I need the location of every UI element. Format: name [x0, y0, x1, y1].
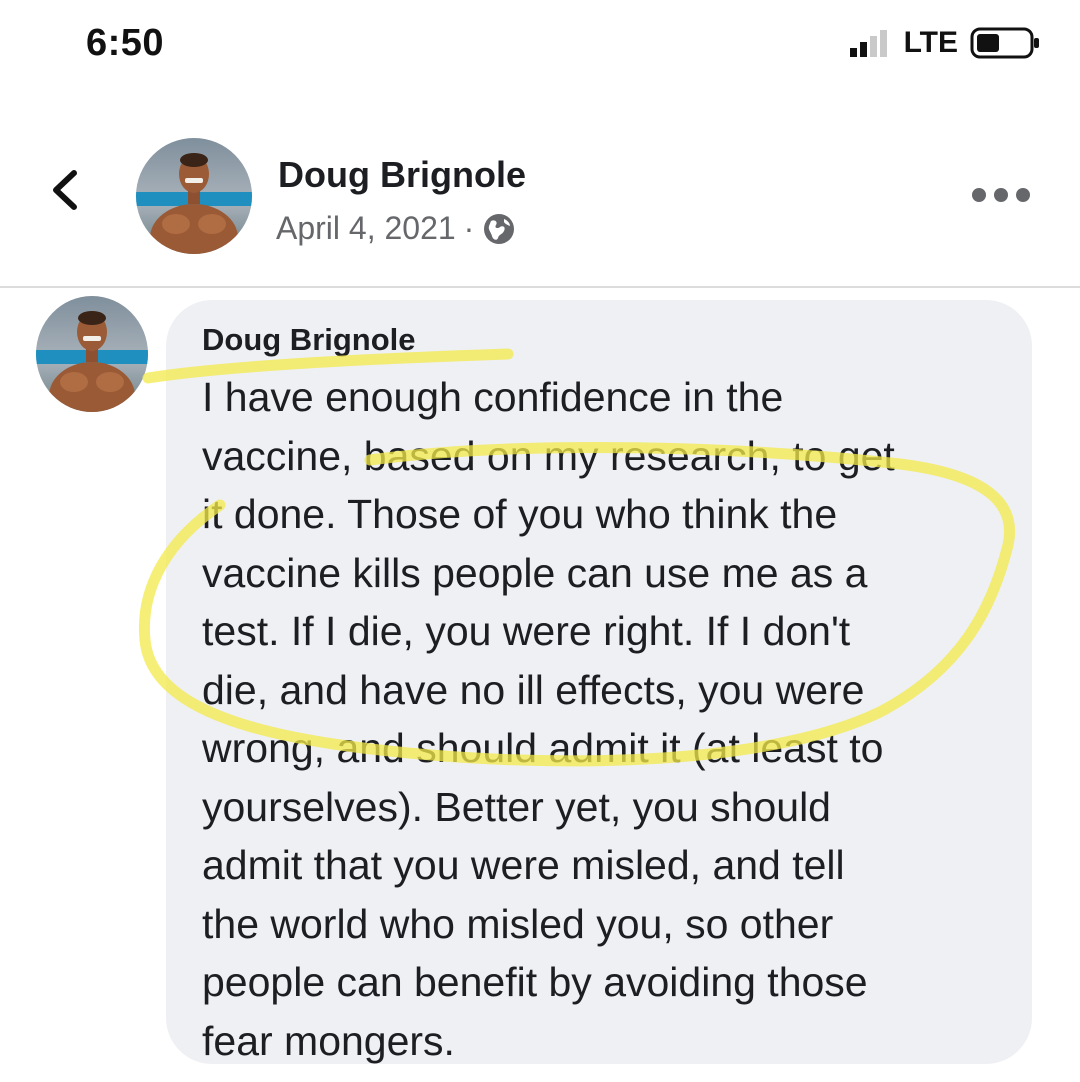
comment-line: yourselves). Better yet, you should	[202, 783, 831, 830]
comment-line: fear mongers.	[202, 1017, 455, 1064]
battery-icon	[970, 27, 1039, 59]
comment-line: wrong, and should admit it (at least to	[202, 725, 884, 771]
comment-line: vaccine, based on my research, to get	[202, 432, 895, 479]
facebook-post-screen: 6:50 LTE Doug Brignole April 4, 2021 · D…	[0, 0, 1080, 1082]
signal-icon	[849, 30, 887, 57]
comment-author[interactable]: Doug Brignole	[202, 322, 416, 358]
comment-line: vaccine kills people can use me as a	[202, 549, 868, 596]
comment-text: I have enough confidence in the vaccine,…	[202, 368, 1012, 1070]
comment-line: die, and have no ill effects, you were	[202, 666, 865, 713]
comment-line: admit that you were misled, and tell	[202, 842, 845, 888]
header-divider	[0, 286, 1080, 288]
status-indicators: LTE	[848, 26, 1042, 60]
comment-line: the world who misled you, so other	[202, 900, 834, 947]
chevron-left-icon[interactable]	[48, 168, 82, 212]
globe-icon	[484, 213, 515, 244]
comment-line: I have enough confidence in the	[202, 374, 784, 420]
meta-separator: ·	[463, 210, 475, 246]
commenter-avatar[interactable]	[36, 296, 148, 412]
network-type: LTE	[903, 26, 958, 59]
comment-line: it done. Those of you who think the	[202, 491, 838, 537]
comment-line: test. If I die, you were right. If I don…	[202, 608, 851, 654]
author-avatar[interactable]	[136, 138, 252, 254]
post-date[interactable]: April 4, 2021	[276, 210, 456, 247]
comment-line: people can benefit by avoiding those	[202, 959, 868, 1005]
more-options-icon[interactable]	[968, 184, 1034, 206]
author-name[interactable]: Doug Brignole	[278, 154, 526, 196]
post-meta: April 4, 2021 ·	[276, 210, 516, 247]
status-time: 6:50	[86, 22, 165, 64]
